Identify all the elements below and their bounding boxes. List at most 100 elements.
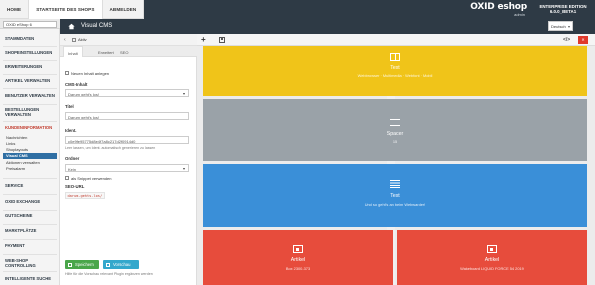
nav-divider [3,46,57,47]
form-tabs: Inhalt Erweitert SEO [60,46,197,57]
block-subtitle: 15 [392,139,398,144]
newspaper-icon [293,245,303,253]
edition-line2: 6.0.0_BETA1 [549,9,577,14]
cms-block-text-2[interactable]: Text Und so geht's an beim Webwarder! [203,164,587,227]
cms-block-article-1[interactable]: Artikel Box 2300-373 [203,230,393,285]
footer-hint: Hilfe für die Vorschau relevant Plugin e… [65,272,153,276]
page-title: Visual CMS [81,23,113,29]
block-subtitle: Box 2300-373 [285,266,311,271]
nav-oxid-exchange[interactable]: OXID EXCHANGE [5,199,57,205]
nav-gutscheine[interactable]: GUTSCHEINE [5,213,57,219]
subnav-visual-cms[interactable]: Visual CMS [3,153,57,159]
tab-seo[interactable]: SEO [120,50,128,55]
home-icon [68,23,75,29]
editor-toolbar: + </> ✕ [197,34,595,46]
nav-payment[interactable]: PAYMENT [5,243,57,249]
logo-sub: admin [514,12,525,17]
plus-icon[interactable]: + [201,35,206,44]
save-button-label: Speichern [75,262,94,268]
subnav-nachrichten[interactable]: Nachrichten [6,135,27,140]
block-subtitle: Und so geht's an beim Webwarder! [364,202,426,207]
title-input[interactable]: Darum geht's los! [65,112,189,120]
ident-label: Ident. [65,128,77,133]
aktiv-label: Aktiv [78,37,87,43]
spacer-icon [390,119,400,126]
nav-stammdaten[interactable]: STAMMDATEN [5,36,57,42]
subnav-preisalarm[interactable]: Preisalarm [6,166,25,171]
panel-top: ‹ Aktiv [60,34,197,46]
tab-inhalt[interactable]: Inhalt [63,46,83,57]
block-title: Text [390,65,400,71]
nav-divider [3,210,57,211]
ident-input[interactable]: c0e9fe95775d8e4f7a8c217d2f0914d0 [65,136,189,144]
nav-divider [3,88,57,89]
nav-bestellungen[interactable]: BESTELLUNGEN VERWALTEN [5,107,57,117]
nav-divider [3,239,57,240]
block-title: Artikel [290,257,306,263]
nav-artikel[interactable]: ARTIKEL VERWALTEN [5,78,57,84]
snippet-checkbox[interactable] [65,176,69,180]
ident-hint: Leer lassen, um Ident. automatisch gener… [65,146,156,150]
subnav-shoplayouts[interactable]: Shoplayouts [6,147,28,152]
trash-icon[interactable]: ✕ [578,36,588,44]
save-button[interactable]: Speichern [65,260,99,269]
nav-divider [3,121,57,122]
nav-controlling[interactable]: WEB-SHOP CONTROLLING [5,258,57,268]
oxid-logo: OXID eshop admin [445,2,531,17]
nav-divider [3,60,57,61]
preview-button-label: Vorschau [113,262,131,268]
nav-divider [3,104,57,105]
cms-block-spacer[interactable]: Spacer 15 [203,99,587,161]
block-title: Text [390,193,400,199]
snippet-label: als Snippet verwenden [71,175,112,181]
nav-divider [3,271,57,272]
aktiv-checkbox[interactable] [72,38,76,42]
block-title: Spacer [386,131,404,137]
topnav-home[interactable]: HOME [0,0,30,19]
block-subtitle: Webbrowser · Multimedia · Webfont · Mobi… [357,73,433,78]
newspaper-icon [487,245,497,253]
subnav-aktionen[interactable]: Aktionen verwalten [6,160,40,165]
shop-select[interactable]: OXID eShop 6 [3,20,57,28]
nav-divider [3,194,57,195]
nav-benutzer[interactable]: BENUTZER VERWALTEN [5,93,57,99]
seo-url-value: darum-gehts-los/ [65,192,105,199]
title-label: Titel [65,104,74,109]
preview-button[interactable]: Vorschau [103,260,139,269]
folder-select[interactable]: Kein [65,164,189,172]
tab-erweitert[interactable]: Erweitert [98,50,114,55]
new-content-checkbox[interactable] [65,71,69,75]
columns-icon [390,53,400,61]
nav-shopeinstellungen[interactable]: SHOPEINSTELLUNGEN [5,50,57,56]
language-select[interactable]: Deutsch [548,21,573,31]
nav-divider [3,224,57,225]
form-panel: ‹ Aktiv Inhalt Erweitert SEO Neuen Inhal… [60,34,197,285]
topnav-logout[interactable]: ABMELDEN [103,0,145,19]
code-icon[interactable]: </> [563,37,570,43]
logo-text: OXID eshop [470,2,527,12]
nav-marktplaetze[interactable]: MARKTPLÄTZE [5,228,57,234]
cms-block-text-1[interactable]: Text Webbrowser · Multimedia · Webfont ·… [203,46,587,96]
nav-erweiterungen[interactable]: ERWEITERUNGEN [5,64,57,70]
nav-service[interactable]: SERVICE [5,183,57,189]
topnav-shop-start[interactable]: STARTSEITE DES SHOPS [29,0,103,19]
shop-select-bar: OXID eShop 6 [0,19,60,29]
save-icon [68,262,72,267]
edition-badge: ENTERPRISE EDITION 6.0.0_BETA1 [533,2,593,17]
seo-label: SEO-URL [65,184,85,189]
block-subtitle: Wakeboard LIQUID FORCE 54 2019 [460,266,524,271]
nav-divider [3,74,57,75]
save-icon[interactable] [219,37,225,43]
cms-block-article-2[interactable]: Artikel Wakeboard LIQUID FORCE 54 2019 [397,230,587,285]
nav-intelligente-suche[interactable]: INTELLIGENTE SUCHE [5,276,57,282]
folder-label: Ordner [65,156,80,161]
cms-select[interactable]: Darum geht's los! [65,89,189,97]
collapse-chevron-icon[interactable]: ‹ [64,37,66,43]
nav-divider [3,178,57,179]
lines-icon [390,180,400,188]
nav-divider [3,254,57,255]
nav-kundeninformation[interactable]: KUNDENINFORMATION [5,125,57,131]
top-nav: HOME STARTSEITE DES SHOPS ABMELDEN [0,0,145,19]
new-content-label: Neuen Inhalt anlegen [71,70,110,76]
subnav-links[interactable]: Links [6,141,15,146]
